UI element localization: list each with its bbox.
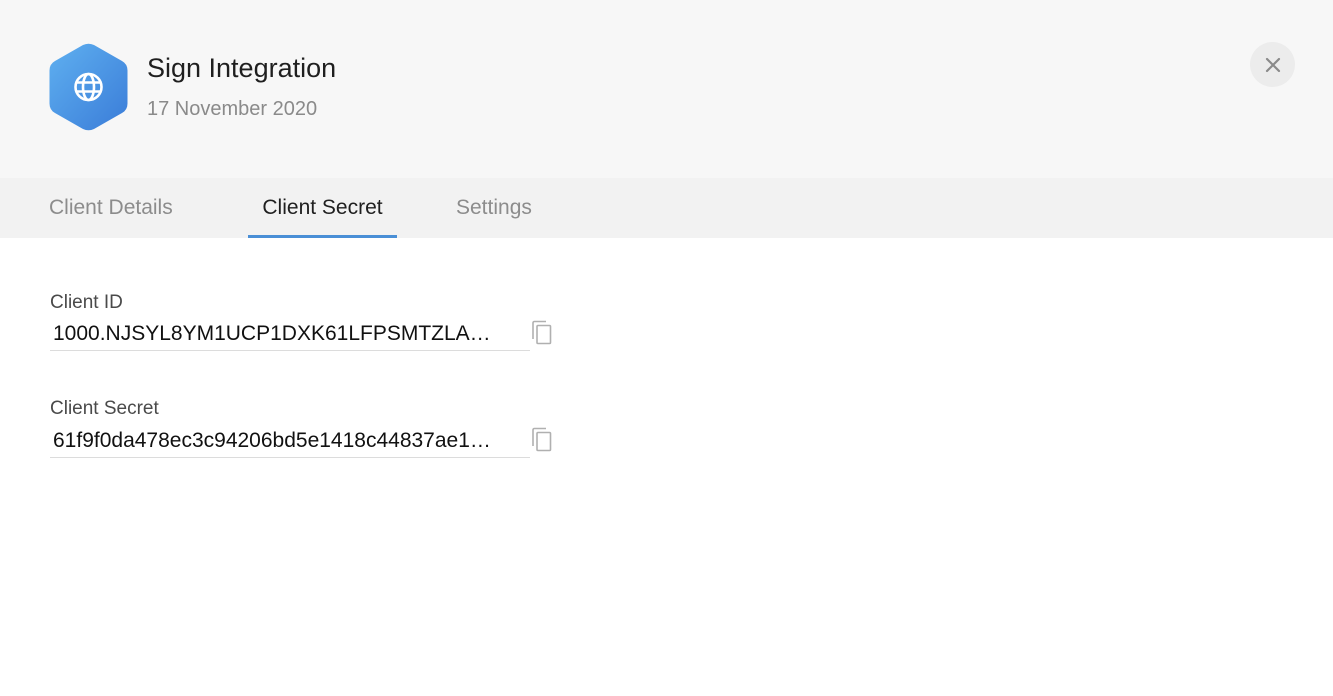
tab-client-secret[interactable]: Client Secret (248, 178, 397, 238)
client-id-label: Client ID (50, 292, 123, 313)
close-button[interactable] (1250, 42, 1295, 87)
app-logo (49, 43, 128, 131)
copy-icon (532, 427, 552, 452)
close-icon (1265, 57, 1280, 72)
modal-header: Sign Integration 17 November 2020 (0, 0, 1333, 178)
copy-icon (532, 320, 552, 345)
tab-client-details[interactable]: Client Details (49, 178, 173, 238)
created-date: 17 November 2020 (147, 98, 318, 120)
copy-client-secret-button[interactable] (530, 427, 554, 453)
client-secret-label: Client Secret (50, 398, 159, 419)
tab-settings[interactable]: Settings (456, 178, 532, 238)
client-secret-field[interactable]: 61f9f0da478ec3c94206bd5e1418c44837ae1… (50, 426, 530, 458)
globe-icon (49, 43, 128, 131)
active-tab-indicator (248, 235, 397, 238)
page-title: Sign Integration (147, 53, 337, 83)
tab-bar: Client Details Client Secret Settings (0, 178, 1333, 238)
client-id-field[interactable]: 1000.NJSYL8YM1UCP1DXK61LFPSMTZLA… (50, 319, 530, 351)
copy-client-id-button[interactable] (530, 320, 554, 346)
